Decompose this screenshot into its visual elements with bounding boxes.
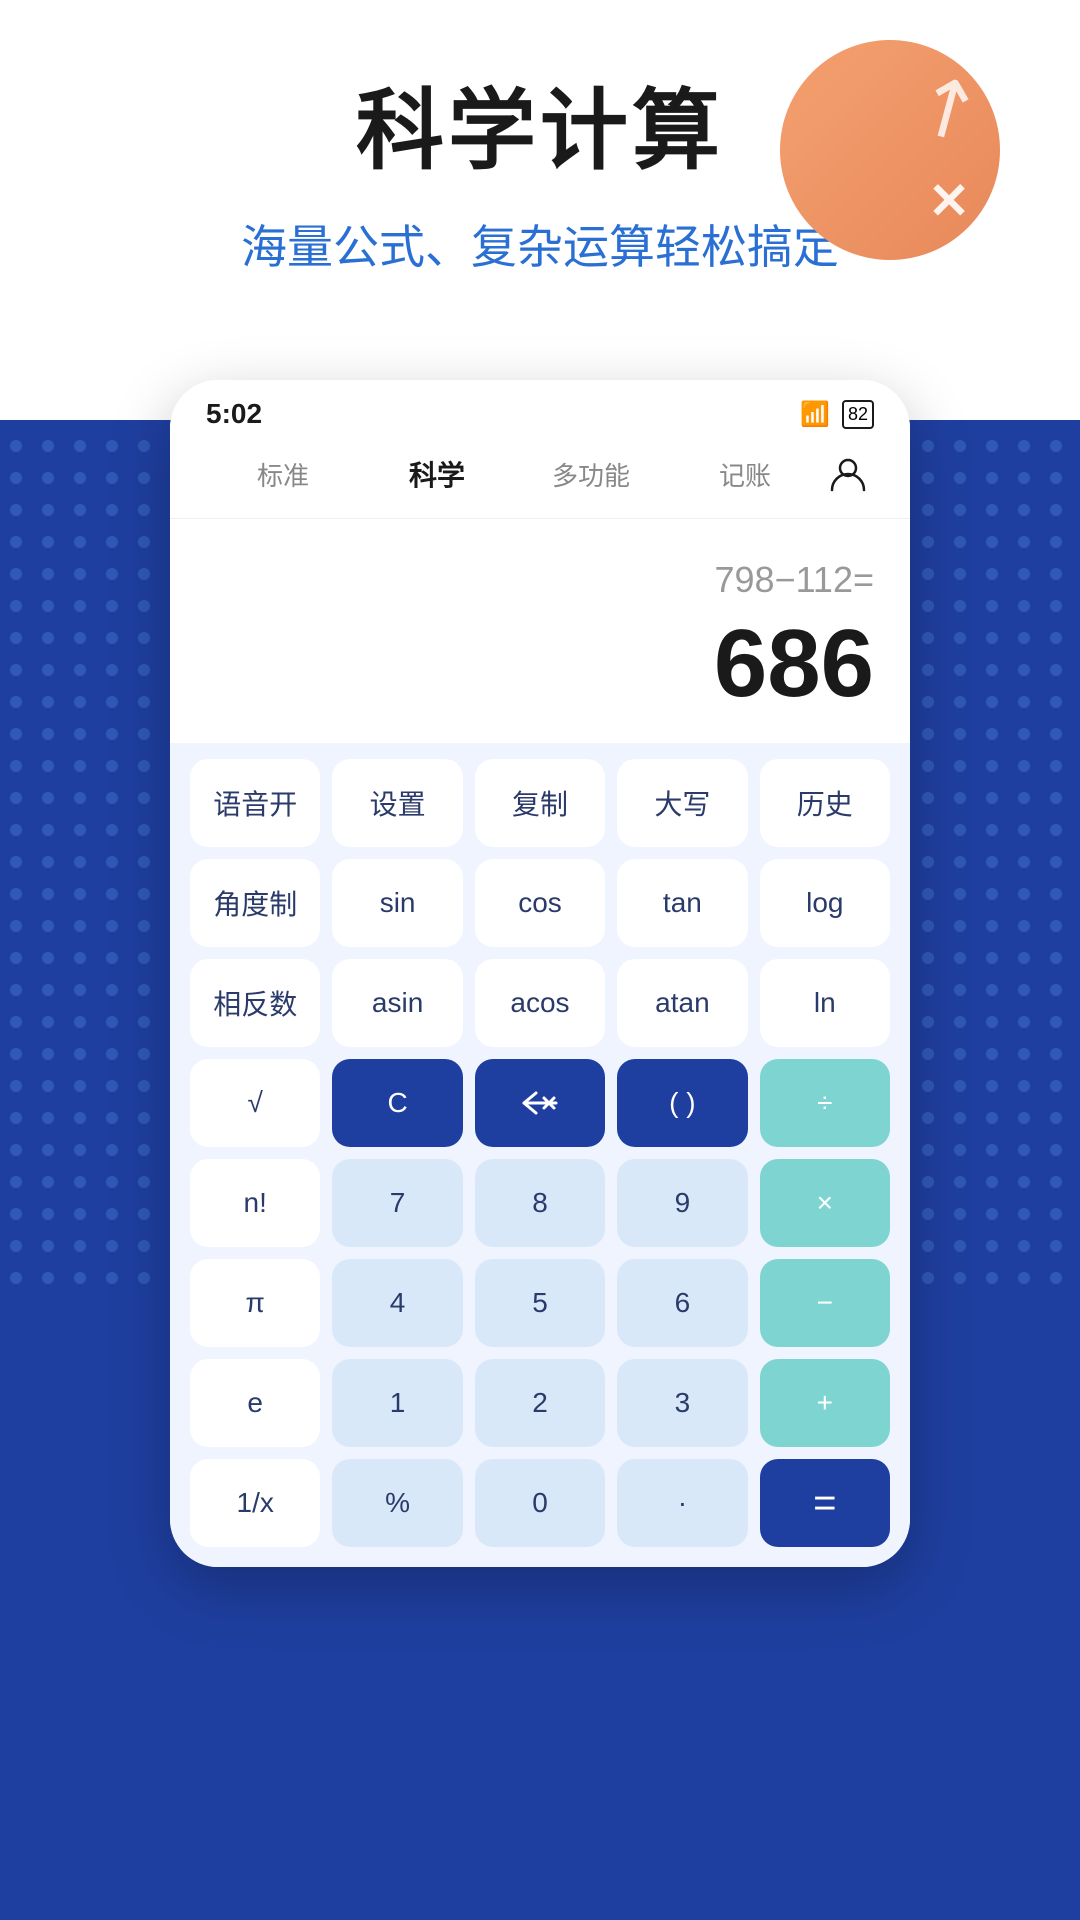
btn-uppercase[interactable]: 大写	[617, 759, 747, 847]
btn-sin[interactable]: sin	[332, 859, 462, 947]
btn-voice[interactable]: 语音开	[190, 759, 320, 847]
wifi-icon: 📶	[800, 400, 830, 429]
btn-degree[interactable]: 角度制	[190, 859, 320, 947]
display-area: 798−112= 686	[170, 519, 910, 743]
tab-bar: 标准 科学 多功能 记账	[170, 438, 910, 519]
btn-subtract[interactable]: −	[760, 1259, 890, 1347]
result: 686	[714, 609, 874, 719]
expression: 798−112=	[714, 559, 874, 601]
btn-cos[interactable]: cos	[475, 859, 605, 947]
battery-icon: 82	[842, 400, 874, 429]
btn-3[interactable]: 3	[617, 1359, 747, 1447]
status-bar: 5:02 📶 82	[170, 380, 910, 438]
status-time: 5:02	[206, 398, 262, 430]
btn-6[interactable]: 6	[617, 1259, 747, 1347]
buttons-grid: 语音开 设置 复制 大写 历史 角度制 sin cos tan log 相反数 …	[170, 743, 910, 1567]
btn-divide[interactable]: ÷	[760, 1059, 890, 1147]
phone-mockup: 5:02 📶 82 标准 科学 多功能 记账 798−112=	[170, 380, 910, 1567]
btn-8[interactable]: 8	[475, 1159, 605, 1247]
btn-1[interactable]: 1	[332, 1359, 462, 1447]
tab-accounting[interactable]: 记账	[668, 448, 822, 501]
btn-sqrt[interactable]: √	[190, 1059, 320, 1147]
btn-ln[interactable]: ln	[760, 959, 890, 1047]
status-icons: 📶 82	[800, 400, 874, 429]
btn-decimal[interactable]: ·	[617, 1459, 747, 1547]
btn-factorial[interactable]: n!	[190, 1159, 320, 1247]
btn-log[interactable]: log	[760, 859, 890, 947]
tab-science[interactable]: 科学	[360, 446, 514, 502]
btn-euler[interactable]: e	[190, 1359, 320, 1447]
btn-multiply[interactable]: ×	[760, 1159, 890, 1247]
btn-equals[interactable]: =	[760, 1459, 890, 1547]
btn-clear[interactable]: C	[332, 1059, 462, 1147]
btn-tan[interactable]: tan	[617, 859, 747, 947]
btn-pi[interactable]: π	[190, 1259, 320, 1347]
tab-standard[interactable]: 标准	[206, 448, 360, 501]
btn-4[interactable]: 4	[332, 1259, 462, 1347]
tab-multifunction[interactable]: 多功能	[514, 448, 668, 501]
btn-0[interactable]: 0	[475, 1459, 605, 1547]
x-icon: ✕	[928, 172, 970, 230]
profile-button[interactable]	[822, 448, 874, 500]
btn-acos[interactable]: acos	[475, 959, 605, 1047]
btn-2[interactable]: 2	[475, 1359, 605, 1447]
btn-9[interactable]: 9	[617, 1159, 747, 1247]
btn-asin[interactable]: asin	[332, 959, 462, 1047]
btn-percent[interactable]: %	[332, 1459, 462, 1547]
btn-copy[interactable]: 复制	[475, 759, 605, 847]
btn-atan[interactable]: atan	[617, 959, 747, 1047]
btn-parenthesis[interactable]: ( )	[617, 1059, 747, 1147]
arrow-icon: ↗	[894, 49, 999, 163]
btn-7[interactable]: 7	[332, 1159, 462, 1247]
dot-pattern-right	[880, 430, 1080, 1290]
btn-5[interactable]: 5	[475, 1259, 605, 1347]
btn-backspace[interactable]	[475, 1059, 605, 1147]
btn-settings[interactable]: 设置	[332, 759, 462, 847]
btn-add[interactable]: +	[760, 1359, 890, 1447]
hand-decoration: ↗ ✕	[780, 40, 1040, 300]
btn-negate[interactable]: 相反数	[190, 959, 320, 1047]
btn-reciprocal[interactable]: 1/x	[190, 1459, 320, 1547]
btn-history[interactable]: 历史	[760, 759, 890, 847]
